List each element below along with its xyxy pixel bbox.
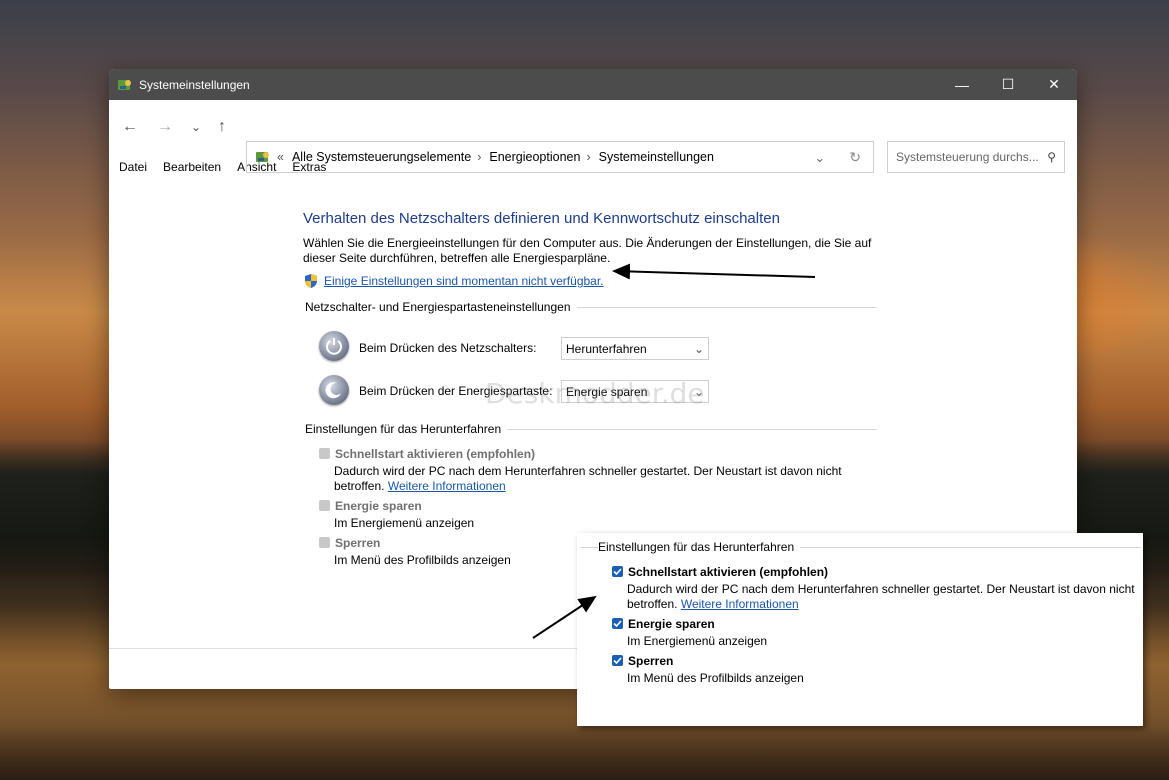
fast-startup-desc-line1: Dadurch wird der PC nach dem Herunterfah…: [334, 464, 842, 478]
control-panel-icon: [118, 79, 131, 90]
recent-locations-button[interactable]: ⌄: [191, 120, 201, 134]
breadcrumb-system-settings[interactable]: Systemeinstellungen: [599, 150, 714, 164]
sleep-option-label: Energie sparen: [335, 499, 422, 513]
checkbox-icon[interactable]: [319, 537, 330, 548]
inset-more-info-link[interactable]: Weitere Informationen: [681, 597, 799, 611]
checkbox-icon[interactable]: [319, 500, 330, 511]
control-panel-icon: [256, 152, 269, 162]
fast-startup-label: Schnellstart aktivieren (empfohlen): [335, 447, 536, 461]
breadcrumb-separator-icon: ›: [586, 150, 591, 164]
lock-option-label: Sperren: [335, 536, 381, 550]
checkbox-checked-icon[interactable]: [612, 655, 623, 666]
power-button-value: Herunterfahren: [566, 341, 647, 356]
lock-option-checkbox[interactable]: Sperren: [319, 536, 380, 550]
fast-startup-desc-line2: betroffen.: [334, 479, 385, 493]
inset-fast-startup-label: Schnellstart aktivieren (empfohlen): [628, 565, 829, 579]
minimize-button[interactable]: —: [939, 69, 985, 100]
checkbox-checked-icon[interactable]: [612, 618, 623, 629]
sleep-button-icon: [319, 375, 349, 405]
inset-fast-startup-desc-line2: betroffen.: [627, 597, 678, 611]
inset-fast-startup-desc: Dadurch wird der PC nach dem Herunterfah…: [627, 582, 1135, 612]
inset-group-title: Einstellungen für das Herunterfahren: [598, 540, 801, 554]
power-button-label: Beim Drücken des Netzschalters:: [359, 341, 537, 355]
watermark: Deskmodder.de: [485, 377, 705, 410]
inset-fast-startup-checkbox[interactable]: Schnellstart aktivieren (empfohlen): [612, 565, 828, 579]
page-description: Wählen Sie die Energieeinstellungen für …: [303, 236, 872, 265]
page-title: Verhalten des Netzschalters definieren u…: [303, 210, 780, 227]
lock-option-desc: Im Menü des Profilbilds anzeigen: [334, 553, 511, 567]
breadcrumb-power-options[interactable]: Energieoptionen: [489, 150, 580, 164]
search-icon[interactable]: ⚲: [1047, 150, 1056, 164]
zoomed-inset-panel: Einstellungen für das Herunterfahren Sch…: [577, 533, 1143, 726]
power-button-icon: [319, 331, 349, 361]
breadcrumb-overflow-icon[interactable]: «: [277, 150, 284, 164]
uac-shield-icon: [305, 274, 317, 288]
search-placeholder: Systemsteuerung durchs...: [896, 150, 1039, 164]
menu-datei[interactable]: Datei: [119, 160, 147, 174]
back-button[interactable]: ←: [122, 118, 138, 136]
inset-fast-startup-desc-line1: Dadurch wird der PC nach dem Herunterfah…: [627, 582, 1135, 596]
address-dropdown-icon[interactable]: ⌄: [815, 150, 825, 165]
fast-startup-checkbox[interactable]: Schnellstart aktivieren (empfohlen): [319, 447, 535, 461]
admin-settings-link-text[interactable]: Einige Einstellungen sind momentan nicht…: [324, 274, 604, 288]
power-group-title: Netzschalter- und Energiespartasteneinst…: [305, 300, 577, 314]
checkbox-icon[interactable]: [319, 448, 330, 459]
inset-sleep-desc: Im Energiemenü anzeigen: [627, 634, 768, 648]
inset-sleep-checkbox[interactable]: Energie sparen: [612, 617, 715, 631]
more-info-link[interactable]: Weitere Informationen: [388, 479, 506, 493]
chevron-down-icon: ⌄: [693, 341, 704, 356]
search-input[interactable]: Systemsteuerung durchs... ⚲: [887, 141, 1065, 173]
inset-lock-desc: Im Menü des Profilbilds anzeigen: [627, 671, 804, 685]
inset-sleep-label: Energie sparen: [628, 617, 715, 631]
forward-button[interactable]: →: [157, 118, 173, 136]
inset-lock-label: Sperren: [628, 654, 674, 668]
breadcrumb-separator-icon: ›: [477, 150, 482, 164]
window-title: Systemeinstellungen: [139, 77, 250, 92]
sleep-option-checkbox[interactable]: Energie sparen: [319, 499, 422, 513]
breadcrumb-all-items[interactable]: Alle Systemsteuerungselemente: [292, 150, 471, 164]
up-button[interactable]: ↑: [218, 118, 226, 136]
title-bar: Systemeinstellungen — ☐ ✕: [109, 69, 1077, 100]
sleep-option-desc: Im Energiemenü anzeigen: [334, 516, 475, 530]
menu-bearbeiten[interactable]: Bearbeiten: [163, 160, 221, 174]
fast-startup-desc: Dadurch wird der PC nach dem Herunterfah…: [334, 464, 842, 494]
checkbox-checked-icon[interactable]: [612, 566, 623, 577]
inset-lock-checkbox[interactable]: Sperren: [612, 654, 673, 668]
shutdown-group-title: Einstellungen für das Herunterfahren: [305, 422, 508, 436]
refresh-icon[interactable]: ↻: [849, 149, 861, 166]
maximize-button[interactable]: ☐: [985, 69, 1031, 100]
admin-settings-link[interactable]: Einige Einstellungen sind momentan nicht…: [303, 273, 604, 289]
power-button-select[interactable]: Herunterfahren ⌄: [561, 337, 709, 360]
navigation-bar: ← → ⌄ ↑ « Alle Systemsteuerungselemente …: [109, 100, 1077, 173]
address-bar[interactable]: « Alle Systemsteuerungselemente › Energi…: [246, 141, 874, 173]
close-button[interactable]: ✕: [1031, 69, 1077, 100]
